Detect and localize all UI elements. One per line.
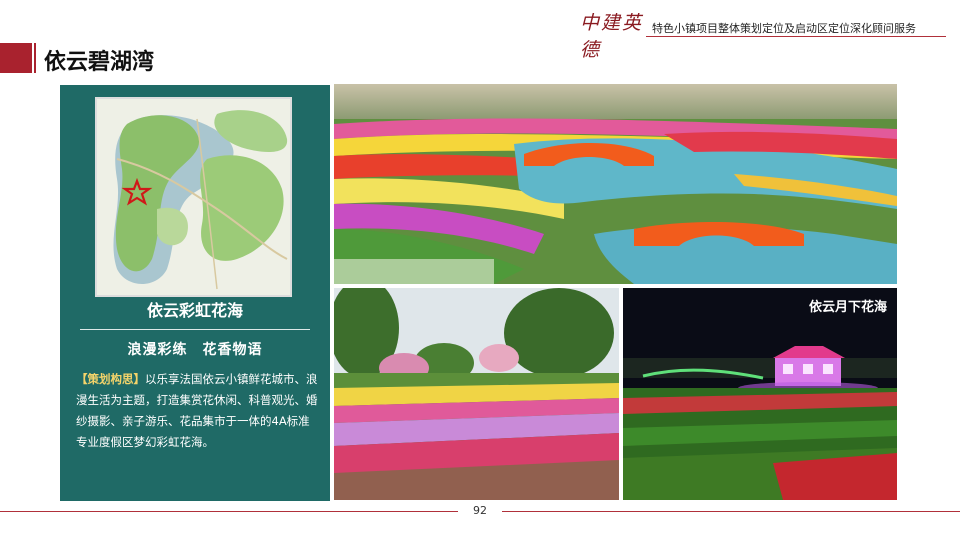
title-accent-block	[0, 43, 36, 73]
card-slogan: 浪漫彩练 花香物语	[127, 342, 263, 358]
header-subtitle: 特色小镇项目整体策划定位及启动区定位深化顾问服务	[652, 22, 916, 35]
brand-logo: 中建英德	[580, 12, 644, 61]
info-panel: 依云彩虹花海 浪漫彩练 花香物语 【策划构思】以乐享法国依云小镇鲜花城市、浪漫生…	[60, 85, 330, 501]
card-name: 依云彩虹花海	[146, 301, 243, 320]
footer-divider-left	[0, 511, 458, 512]
photo-night-flower-sea: 依云月下花海	[623, 288, 897, 500]
page-number: 92	[473, 504, 487, 517]
header-divider	[646, 36, 946, 37]
night-photo-label: 依云月下花海	[808, 300, 887, 315]
photo-rainbow-flower-sea	[334, 84, 897, 284]
photo-tulip-field	[334, 288, 619, 500]
description-lead: 【策划构思】	[76, 372, 145, 386]
site-map	[95, 97, 292, 297]
card-description: 【策划构思】以乐享法国依云小镇鲜花城市、浪漫生活为主题，打造集赏花休闲、科普观光…	[76, 369, 320, 453]
card-divider	[80, 329, 310, 330]
footer-divider-right	[502, 511, 960, 512]
page-title: 依云碧湖湾	[44, 50, 155, 75]
